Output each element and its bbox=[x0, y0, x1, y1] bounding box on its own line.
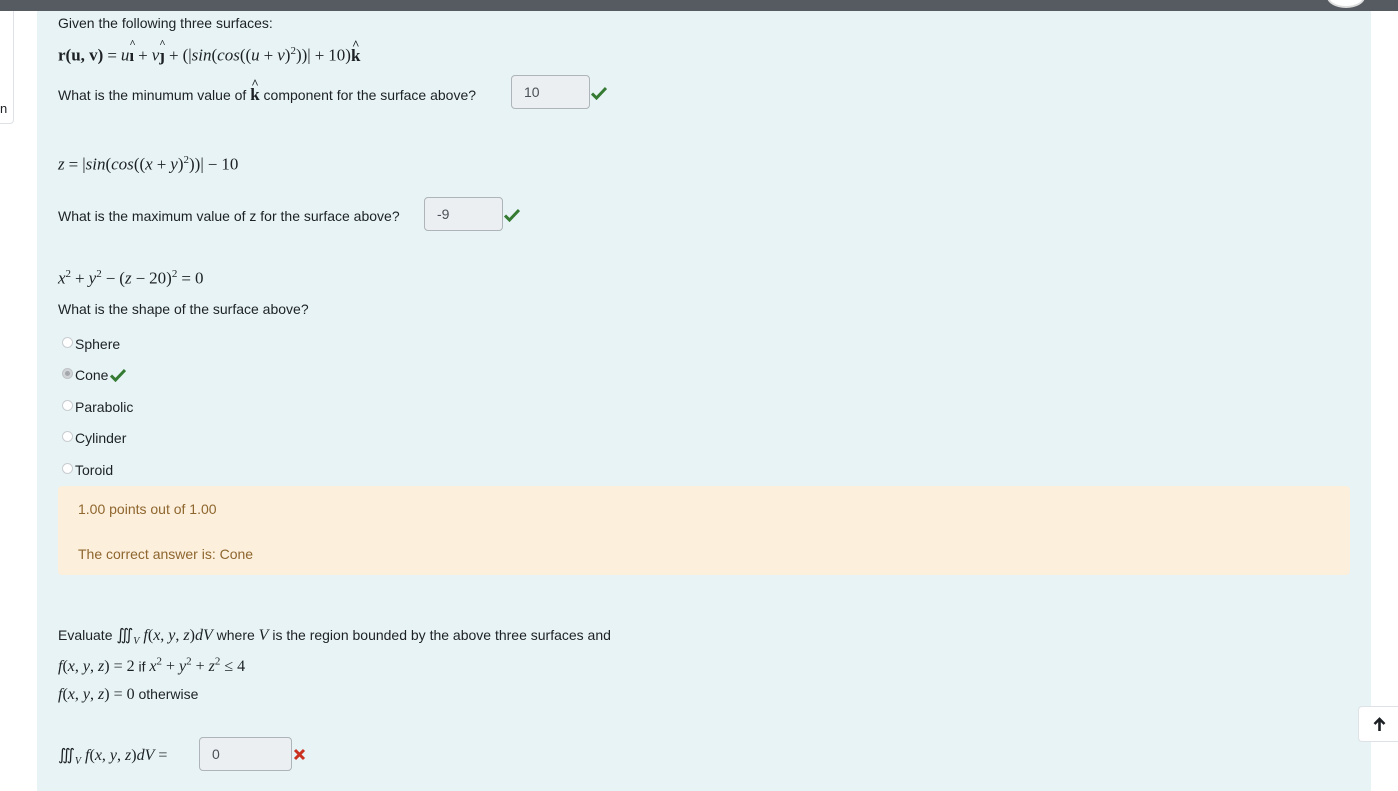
check-icon bbox=[110, 368, 126, 382]
q1-question: What is the minumum value of k component… bbox=[58, 76, 477, 105]
q4-answer-label: ∭V f(x, y, z)dV = bbox=[58, 747, 168, 768]
check-icon bbox=[591, 86, 607, 100]
option-cylinder-label[interactable]: Cylinder bbox=[75, 430, 126, 446]
q1-question-after: component for the surface above? bbox=[263, 87, 477, 103]
surface-3-equation: x2 + y2− (z −20)2 = 0 bbox=[58, 268, 204, 288]
q2-question: What is the maximum value of z for the s… bbox=[58, 208, 400, 224]
evaluate-word: Evaluate bbox=[58, 627, 113, 643]
triple-integral-expr: ∭V f(x, y, z)dV bbox=[116, 627, 213, 648]
f-definition-1: f(x, y, z) = 2 if x2 + y2 + z2 ≤4 bbox=[58, 656, 246, 676]
surface-2-equation: z = |sin(cos((x + y)2))| −10 bbox=[58, 154, 239, 174]
if-text: if bbox=[138, 658, 146, 675]
option-cone-label[interactable]: Cone bbox=[75, 367, 108, 383]
option-sphere-label[interactable]: Sphere bbox=[75, 336, 120, 352]
radio-toroid[interactable] bbox=[62, 463, 73, 474]
surface-1-equation: r(u, v)=uı+vȷ+(|sin(cos((u+v)2))|+10)k bbox=[58, 37, 360, 66]
arrow-up-icon bbox=[1373, 717, 1386, 731]
region-v-symbol: V bbox=[258, 627, 269, 644]
feedback-box: 1.00 points out of 1.00 The correct answ… bbox=[58, 486, 1350, 575]
course-index-drawer-tab[interactable]: n bbox=[0, 11, 14, 124]
correct-answer-text: The correct answer is: Cone bbox=[78, 546, 254, 562]
top-navbar bbox=[0, 0, 1398, 11]
radio-cylinder[interactable] bbox=[62, 431, 73, 442]
option-toroid-label[interactable]: Toroid bbox=[75, 462, 113, 478]
f-definition-2: f(x, y, z) = 0 otherwise bbox=[58, 686, 199, 703]
cross-icon bbox=[293, 748, 306, 761]
q3-question: What is the shape of the surface above? bbox=[58, 301, 309, 317]
q1-answer-input[interactable]: 10 bbox=[511, 75, 590, 109]
radio-sphere[interactable] bbox=[62, 337, 73, 348]
q2-answer-input[interactable]: -9 bbox=[424, 197, 503, 231]
k-hat-symbol: k bbox=[250, 76, 259, 104]
q4-answer-input[interactable]: 0 bbox=[199, 737, 292, 771]
otherwise-text: otherwise bbox=[138, 686, 199, 702]
q1-intro: Given the following three surfaces: bbox=[58, 15, 273, 31]
points-text: 1.00 points out of 1.00 bbox=[78, 501, 217, 517]
where-text-2: is the region bounded by the above three… bbox=[272, 627, 611, 643]
user-avatar[interactable] bbox=[1327, 0, 1365, 8]
radio-cone[interactable] bbox=[62, 368, 73, 379]
drawer-tab-label: n bbox=[0, 101, 8, 116]
q1-question-before: What is the minumum value of bbox=[58, 87, 247, 103]
back-to-top-button[interactable] bbox=[1358, 706, 1398, 742]
q4-question: Evaluate ∭V f(x, y, z)dV where V is the … bbox=[58, 625, 611, 647]
check-icon bbox=[504, 208, 520, 222]
where-text-1: where bbox=[216, 627, 255, 643]
option-parabolic-label[interactable]: Parabolic bbox=[75, 399, 133, 415]
radio-parabolic[interactable] bbox=[62, 400, 73, 411]
